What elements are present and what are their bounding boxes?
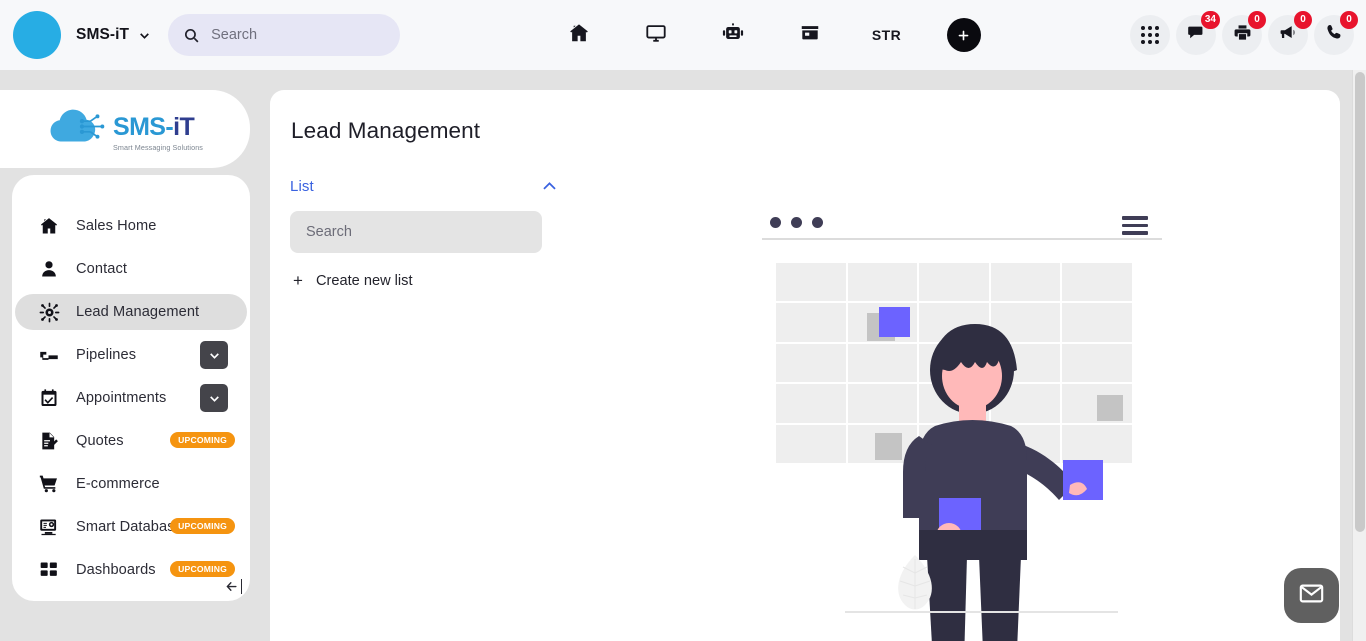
create-new-list-label: Create new list bbox=[316, 272, 413, 289]
search-icon bbox=[183, 27, 200, 44]
sidebar-item-lead-management[interactable]: Lead Management bbox=[15, 294, 247, 330]
list-search-input[interactable] bbox=[306, 224, 526, 240]
logo-wordmark: SMS-iT bbox=[113, 113, 195, 141]
store-icon bbox=[799, 22, 821, 49]
apps-grid-button[interactable] bbox=[1130, 15, 1170, 55]
print-badge: 0 bbox=[1248, 11, 1266, 29]
mail-envelope-icon bbox=[1298, 580, 1325, 612]
messages-button[interactable]: 34 bbox=[1176, 11, 1220, 55]
sidebar-item-label: Lead Management bbox=[76, 304, 200, 320]
dashboard-grid-icon bbox=[38, 560, 60, 580]
right-navigation: 34 0 0 0 bbox=[1130, 0, 1358, 70]
plus-icon: + bbox=[293, 271, 303, 290]
list-section-label: List bbox=[290, 178, 314, 195]
chevron-up-icon[interactable] bbox=[540, 177, 559, 196]
messages-badge: 34 bbox=[1200, 11, 1220, 29]
calls-button[interactable]: 0 bbox=[1314, 11, 1358, 55]
brand-name[interactable]: SMS-iT bbox=[76, 26, 129, 44]
printer-icon bbox=[1233, 23, 1252, 47]
nav-str[interactable]: STR bbox=[848, 0, 925, 70]
app-logo: SMS-iT Smart Messaging Solutions bbox=[47, 106, 203, 152]
logo-tagline: Smart Messaging Solutions bbox=[113, 143, 203, 152]
chat-bubble-icon bbox=[1187, 23, 1206, 47]
apps-grid-icon bbox=[1141, 26, 1159, 44]
sidebar-item-quotes[interactable]: Quotes UPCOMING bbox=[15, 423, 247, 459]
sidebar-expand-appointments[interactable] bbox=[200, 384, 228, 412]
sidebar-item-label: Appointments bbox=[76, 390, 167, 406]
sidebar-item-appointments[interactable]: Appointments bbox=[15, 380, 247, 416]
sidebar-scroll-region[interactable]: Sales Home Contact Lead Management Pipel… bbox=[12, 175, 250, 601]
monitor-icon bbox=[645, 22, 667, 49]
mail-fab-button[interactable] bbox=[1284, 568, 1339, 623]
sidebar-item-ecommerce[interactable]: E-commerce bbox=[15, 466, 247, 502]
status-badge: UPCOMING bbox=[170, 432, 235, 448]
list-search-box[interactable] bbox=[290, 211, 542, 253]
hamburger-menu-icon bbox=[1122, 216, 1148, 239]
lead-target-icon bbox=[38, 302, 60, 323]
cloud-network-icon bbox=[47, 106, 109, 152]
status-badge: UPCOMING bbox=[170, 561, 235, 577]
sidebar-item-label: E-commerce bbox=[76, 476, 160, 492]
person-icon bbox=[38, 259, 60, 279]
global-search[interactable] bbox=[168, 14, 401, 56]
sidebar-collapse-toggle[interactable] bbox=[224, 579, 242, 594]
sidebar-expand-pipelines[interactable] bbox=[200, 341, 228, 369]
document-edit-icon bbox=[38, 431, 60, 451]
center-navigation: STR bbox=[540, 0, 1002, 70]
sidebar-item-smart-database[interactable]: Smart Database UPCOMING bbox=[15, 509, 247, 545]
calendar-check-icon bbox=[38, 388, 60, 408]
ground-line bbox=[845, 611, 1118, 613]
print-button[interactable]: 0 bbox=[1222, 11, 1266, 55]
status-badge: UPCOMING bbox=[170, 518, 235, 534]
main-content-card: Lead Management List + Create new list bbox=[270, 90, 1340, 641]
sidebar-item-dashboards[interactable]: Dashboards UPCOMING bbox=[15, 552, 247, 588]
sidebar-item-label: Smart Database bbox=[76, 519, 183, 535]
vertical-scrollbar[interactable] bbox=[1352, 70, 1366, 641]
sidebar-item-label: Sales Home bbox=[76, 218, 157, 234]
cart-icon bbox=[38, 474, 60, 494]
pipeline-icon bbox=[38, 345, 60, 365]
nav-home[interactable] bbox=[540, 0, 617, 70]
sidebar-item-pipelines[interactable]: Pipelines bbox=[15, 337, 247, 373]
plant-decoration bbox=[889, 553, 941, 615]
list-section-header[interactable]: List bbox=[290, 177, 559, 196]
sidebar-item-label: Quotes bbox=[76, 433, 124, 449]
nav-robot[interactable] bbox=[694, 0, 771, 70]
home-icon bbox=[38, 216, 60, 236]
top-bar: SMS-iT STR bbox=[0, 0, 1366, 70]
sidebar-item-label: Contact bbox=[76, 261, 127, 277]
app-logo-card[interactable]: SMS-iT Smart Messaging Solutions bbox=[0, 90, 250, 168]
search-input[interactable] bbox=[211, 27, 382, 43]
database-screen-icon bbox=[38, 517, 60, 537]
sidebar-item-sales-home[interactable]: Sales Home bbox=[15, 208, 247, 244]
brand-avatar[interactable] bbox=[13, 11, 61, 59]
sidebar: Sales Home Contact Lead Management Pipel… bbox=[12, 175, 250, 601]
megaphone-icon bbox=[1279, 23, 1298, 47]
mock-browser-bar bbox=[757, 208, 1165, 238]
mock-browser-divider bbox=[762, 238, 1162, 240]
phone-icon bbox=[1325, 23, 1344, 47]
announcements-button[interactable]: 0 bbox=[1268, 11, 1312, 55]
nav-monitor[interactable] bbox=[617, 0, 694, 70]
sidebar-item-label: Pipelines bbox=[76, 347, 137, 363]
chevron-down-icon[interactable] bbox=[138, 29, 151, 42]
window-dots-icon bbox=[770, 217, 823, 228]
nav-store[interactable] bbox=[771, 0, 848, 70]
scrollbar-thumb[interactable] bbox=[1355, 72, 1365, 532]
robot-icon bbox=[722, 22, 744, 49]
home-icon bbox=[568, 22, 590, 49]
page-title: Lead Management bbox=[291, 118, 481, 143]
sidebar-item-contact[interactable]: Contact bbox=[15, 251, 247, 287]
sidebar-item-label: Dashboards bbox=[76, 562, 156, 578]
empty-state-illustration bbox=[757, 208, 1177, 641]
calls-badge: 0 bbox=[1340, 11, 1358, 29]
announcements-badge: 0 bbox=[1294, 11, 1312, 29]
plus-circle-icon bbox=[946, 18, 981, 52]
nav-add[interactable] bbox=[925, 0, 1002, 70]
sidebar-item-partial[interactable] bbox=[15, 595, 247, 601]
arrow-left-icon bbox=[225, 582, 237, 591]
